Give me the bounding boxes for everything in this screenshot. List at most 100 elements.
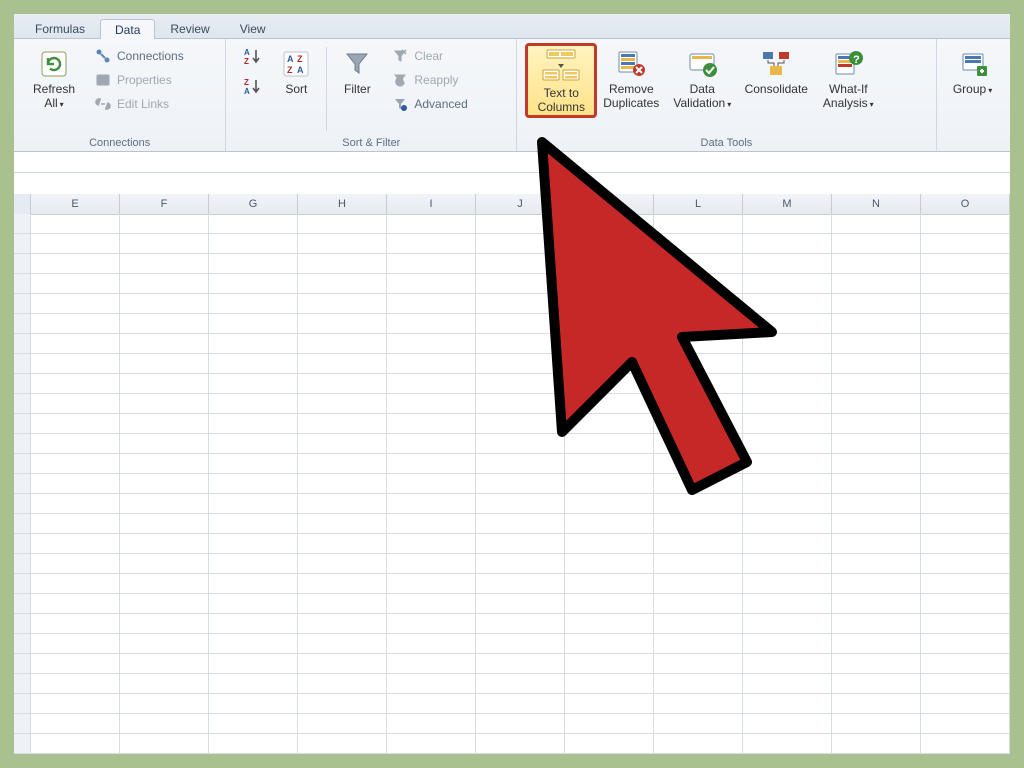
cell[interactable]: [476, 514, 565, 534]
cell[interactable]: [921, 214, 1010, 234]
cell[interactable]: [209, 554, 298, 574]
cell[interactable]: [476, 474, 565, 494]
cell[interactable]: [654, 554, 743, 574]
cell[interactable]: [476, 554, 565, 574]
cell[interactable]: [120, 274, 209, 294]
cell[interactable]: [120, 234, 209, 254]
cell[interactable]: [387, 354, 476, 374]
cell[interactable]: [743, 674, 832, 694]
cell[interactable]: [31, 214, 120, 234]
cell[interactable]: [31, 494, 120, 514]
cell[interactable]: [832, 354, 921, 374]
cell[interactable]: [654, 494, 743, 514]
cell[interactable]: [387, 554, 476, 574]
cell[interactable]: [120, 374, 209, 394]
cell[interactable]: [654, 674, 743, 694]
cell[interactable]: [743, 654, 832, 674]
cell[interactable]: [476, 214, 565, 234]
cell[interactable]: [476, 334, 565, 354]
refresh-all-button[interactable]: Refresh All▾: [22, 43, 86, 112]
cell[interactable]: [921, 314, 1010, 334]
cell[interactable]: [654, 694, 743, 714]
cell[interactable]: [298, 434, 387, 454]
cell[interactable]: [31, 334, 120, 354]
cell[interactable]: [120, 454, 209, 474]
cell[interactable]: [298, 234, 387, 254]
cell[interactable]: [387, 394, 476, 414]
cell[interactable]: [31, 654, 120, 674]
connections-button[interactable]: Connections: [90, 45, 189, 67]
cell[interactable]: [743, 274, 832, 294]
cell[interactable]: [120, 614, 209, 634]
cell[interactable]: [743, 494, 832, 514]
cell[interactable]: [298, 594, 387, 614]
cell[interactable]: [120, 714, 209, 734]
cell[interactable]: [387, 594, 476, 614]
cell[interactable]: [832, 334, 921, 354]
cell[interactable]: [31, 434, 120, 454]
cell[interactable]: [832, 614, 921, 634]
cell[interactable]: [31, 474, 120, 494]
cell[interactable]: [298, 694, 387, 714]
cell[interactable]: [921, 454, 1010, 474]
tab-formulas[interactable]: Formulas: [20, 18, 100, 38]
cell[interactable]: [31, 374, 120, 394]
cell[interactable]: [921, 414, 1010, 434]
cell[interactable]: [921, 594, 1010, 614]
cell[interactable]: [743, 534, 832, 554]
data-validation-button[interactable]: Data Validation▾: [665, 43, 739, 112]
cell[interactable]: [476, 594, 565, 614]
cell[interactable]: [209, 414, 298, 434]
cell[interactable]: [209, 254, 298, 274]
cell[interactable]: [387, 434, 476, 454]
cell[interactable]: [476, 714, 565, 734]
cell[interactable]: [743, 294, 832, 314]
cell[interactable]: [387, 654, 476, 674]
text-to-columns-button[interactable]: Text to Columns: [525, 43, 597, 118]
cell[interactable]: [565, 474, 654, 494]
cell[interactable]: [298, 574, 387, 594]
cell[interactable]: [565, 674, 654, 694]
cell[interactable]: [387, 514, 476, 534]
cell[interactable]: [565, 414, 654, 434]
cell[interactable]: [832, 214, 921, 234]
cell[interactable]: [743, 214, 832, 234]
cell[interactable]: [565, 374, 654, 394]
cell[interactable]: [209, 314, 298, 334]
cell[interactable]: [921, 674, 1010, 694]
cell[interactable]: [654, 454, 743, 474]
cell[interactable]: [832, 474, 921, 494]
cell[interactable]: [832, 234, 921, 254]
consolidate-button[interactable]: Consolidate: [739, 43, 813, 98]
cell[interactable]: [743, 714, 832, 734]
cell[interactable]: [31, 554, 120, 574]
cell[interactable]: [921, 734, 1010, 754]
cell[interactable]: [209, 214, 298, 234]
formula-bar[interactable]: [14, 152, 1010, 173]
cell[interactable]: [921, 434, 1010, 454]
cell[interactable]: [832, 534, 921, 554]
sort-button[interactable]: A Z Z A Sort: [270, 43, 322, 98]
cell[interactable]: [921, 654, 1010, 674]
cell[interactable]: [832, 314, 921, 334]
cell[interactable]: [209, 614, 298, 634]
cell[interactable]: [832, 594, 921, 614]
sort-az-button[interactable]: A Z: [238, 43, 266, 71]
cell[interactable]: [654, 614, 743, 634]
col-header[interactable]: F: [120, 194, 209, 214]
cell[interactable]: [921, 574, 1010, 594]
cell[interactable]: [387, 214, 476, 234]
cell[interactable]: [31, 534, 120, 554]
cell[interactable]: [832, 454, 921, 474]
cell[interactable]: [476, 454, 565, 474]
cell[interactable]: [298, 454, 387, 474]
cell[interactable]: [120, 674, 209, 694]
cell[interactable]: [565, 234, 654, 254]
cell[interactable]: [921, 334, 1010, 354]
cell[interactable]: [565, 454, 654, 474]
cell[interactable]: [387, 534, 476, 554]
cell[interactable]: [387, 614, 476, 634]
cell[interactable]: [654, 594, 743, 614]
col-header[interactable]: E: [31, 194, 120, 214]
cell[interactable]: [743, 614, 832, 634]
